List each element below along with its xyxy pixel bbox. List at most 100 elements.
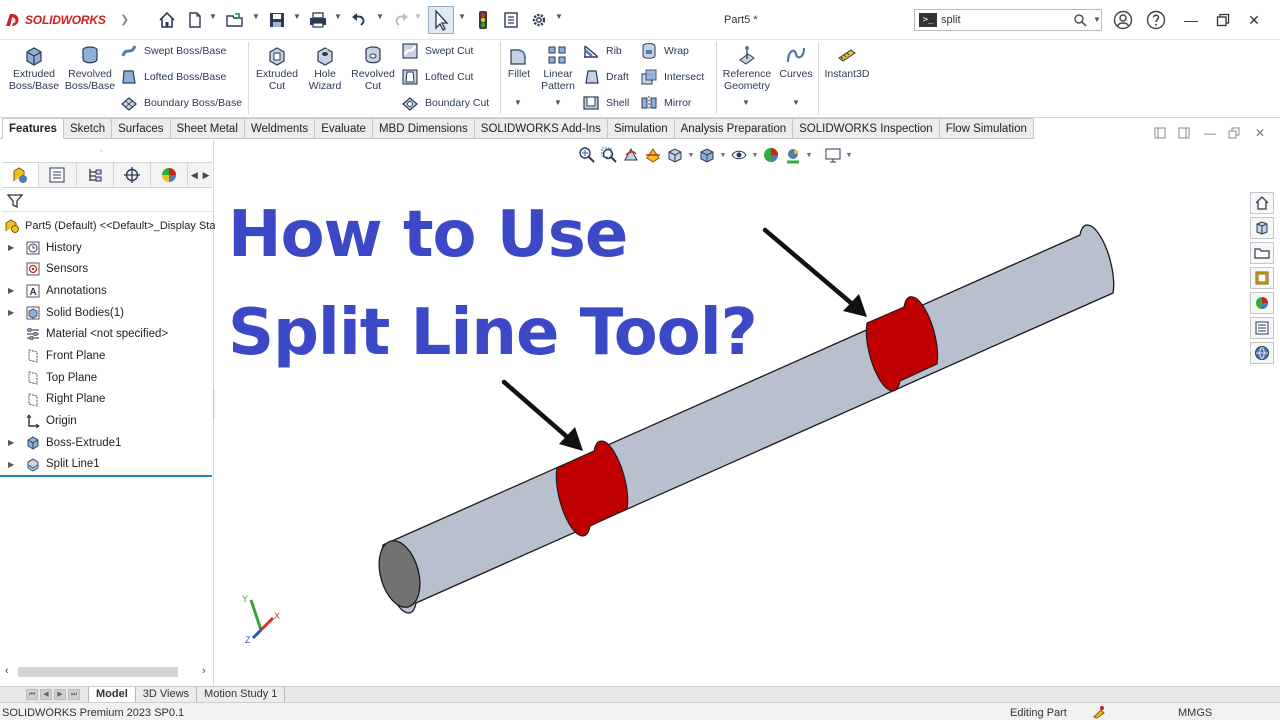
tab-weldments[interactable]: Weldments: [244, 118, 316, 139]
filter-icon[interactable]: [6, 192, 24, 210]
tree-item-boss-extrude[interactable]: ▶ Boss-Extrude1: [0, 432, 214, 454]
apply-scene-icon[interactable]: [783, 145, 803, 165]
redo-icon[interactable]: [390, 9, 412, 31]
next-tab-icon[interactable]: ▶: [54, 689, 66, 700]
chevron-down-icon[interactable]: ▼: [458, 12, 466, 21]
horizontal-scrollbar[interactable]: ‹ ›: [2, 664, 212, 680]
scroll-thumb[interactable]: [18, 667, 178, 677]
zoom-to-fit-icon[interactable]: [577, 145, 597, 165]
tree-item-annotations[interactable]: ▶ A Annotations: [0, 280, 214, 302]
expand-arrow-icon[interactable]: ▶: [8, 286, 14, 295]
boundary-boss-button[interactable]: Boundary Boss/Base: [120, 94, 242, 112]
tab-solidworks-add-ins[interactable]: SOLIDWORKS Add-Ins: [474, 118, 608, 139]
scroll-right-arrow-icon[interactable]: ›: [202, 665, 206, 677]
swept-cut-button[interactable]: Swept Cut: [401, 42, 473, 60]
chevron-down-icon[interactable]: ▼: [845, 152, 853, 159]
tree-item-origin[interactable]: Origin: [0, 410, 214, 432]
unit-system[interactable]: MMGS: [1178, 707, 1212, 719]
view-orientation-icon[interactable]: [665, 145, 685, 165]
tree-item-top-plane[interactable]: Top Plane: [0, 367, 214, 389]
chevron-down-icon[interactable]: ▼: [209, 12, 217, 21]
fillet-button[interactable]: Fillet: [505, 44, 533, 80]
user-account-icon[interactable]: [1113, 10, 1133, 30]
chevron-down-icon[interactable]: ▼: [252, 12, 260, 21]
tab-flow-simulation[interactable]: Flow Simulation: [939, 118, 1034, 139]
chevron-right-icon[interactable]: ▶: [200, 163, 212, 187]
shell-button[interactable]: Shell: [582, 94, 629, 112]
instant3d-button[interactable]: Instant3D: [822, 44, 872, 80]
restore-button[interactable]: [1210, 8, 1236, 32]
rebuild-traffic-light-icon[interactable]: [472, 9, 494, 31]
previous-tab-icon[interactable]: ◀: [40, 689, 52, 700]
first-tab-icon[interactable]: ⏮: [26, 689, 38, 700]
last-tab-icon[interactable]: ⏭: [68, 689, 80, 700]
display-style-icon[interactable]: [697, 145, 717, 165]
new-document-icon[interactable]: [184, 9, 206, 31]
tab-surfaces[interactable]: Surfaces: [112, 118, 171, 139]
tree-item-solid-bodies[interactable]: ▶ Solid Bodies(1): [0, 302, 214, 324]
tab-solidworks-inspection[interactable]: SOLIDWORKS Inspection: [793, 118, 940, 139]
expand-arrow-icon[interactable]: ▶: [8, 460, 14, 469]
edit-appearance-icon[interactable]: [761, 145, 781, 165]
viewport-right-icon[interactable]: [1176, 126, 1192, 140]
draft-button[interactable]: Draft: [582, 68, 629, 86]
mirror-button[interactable]: Mirror: [640, 94, 691, 112]
tab-model[interactable]: Model: [88, 687, 136, 702]
rebuild-status-icon[interactable]: [1092, 705, 1106, 719]
lofted-boss-button[interactable]: Lofted Boss/Base: [120, 68, 226, 86]
search-box[interactable]: >_ ▼: [914, 9, 1102, 31]
extruded-cut-button[interactable]: Extruded Cut: [253, 44, 301, 92]
gear-icon[interactable]: [528, 9, 550, 31]
section-view-icon[interactable]: [643, 145, 663, 165]
linear-pattern-button[interactable]: Linear Pattern: [538, 44, 578, 92]
previous-view-icon[interactable]: [621, 145, 641, 165]
tree-item-front-plane[interactable]: Front Plane: [0, 345, 214, 367]
viewport-minimize-button[interactable]: —: [1202, 126, 1218, 140]
intersect-button[interactable]: Intersect: [640, 68, 704, 86]
minimize-button[interactable]: —: [1178, 8, 1204, 32]
revolved-cut-button[interactable]: Revolved Cut: [349, 44, 397, 92]
viewport-restore-button[interactable]: [1226, 126, 1242, 140]
open-folder-icon[interactable]: [224, 9, 246, 31]
chevron-down-icon[interactable]: ▼: [376, 12, 384, 21]
extruded-boss-button[interactable]: Extruded Boss/Base: [8, 44, 60, 92]
chevron-right-icon[interactable]: ❯: [120, 13, 129, 26]
tab-property-manager[interactable]: [39, 163, 77, 187]
tab-simulation[interactable]: Simulation: [607, 118, 675, 139]
graphics-area[interactable]: Y X Z ▼ ▼ ▼ ▼ ▼ How to Use Split Line To…: [215, 140, 1280, 686]
tab-configuration-manager[interactable]: [77, 163, 114, 187]
wrap-button[interactable]: Wrap: [640, 42, 689, 60]
tree-item-history[interactable]: ▶ History: [0, 237, 214, 259]
curves-button[interactable]: Curves: [778, 44, 814, 80]
tab-3d-views[interactable]: 3D Views: [135, 687, 198, 702]
tab-sheet-metal[interactable]: Sheet Metal: [170, 118, 245, 139]
tab-features[interactable]: Features: [2, 118, 64, 139]
view-palette-icon[interactable]: [1250, 267, 1274, 289]
tab-analysis-preparation[interactable]: Analysis Preparation: [674, 118, 794, 139]
chevron-down-icon[interactable]: ▼: [805, 152, 813, 159]
revolved-boss-button[interactable]: Revolved Boss/Base: [64, 44, 116, 92]
tree-root-part[interactable]: Part5 (Default) <<Default>_Display Sta: [0, 215, 215, 237]
search-input[interactable]: [941, 14, 1061, 26]
tree-item-material[interactable]: Material <not specified>: [0, 323, 214, 345]
expand-arrow-icon[interactable]: ▶: [8, 243, 14, 252]
tab-dimxpert-manager[interactable]: [114, 163, 152, 187]
reference-geometry-button[interactable]: Reference Geometry: [720, 44, 774, 92]
tree-item-sensors[interactable]: Sensors: [0, 258, 214, 280]
swept-boss-button[interactable]: Swept Boss/Base: [120, 42, 226, 60]
rib-button[interactable]: Rib: [582, 42, 622, 60]
chevron-down-icon[interactable]: ▼: [1093, 15, 1101, 24]
select-button[interactable]: [428, 6, 454, 34]
tab-evaluate[interactable]: Evaluate: [315, 118, 373, 139]
solidworks-resources-icon[interactable]: [1250, 192, 1274, 214]
tab-sketch[interactable]: Sketch: [63, 118, 113, 139]
panel-grip-icon[interactable]: ◦: [100, 146, 103, 155]
chevron-down-icon[interactable]: ▼: [555, 12, 563, 21]
chevron-down-icon[interactable]: ▼: [514, 98, 522, 107]
file-properties-icon[interactable]: [500, 9, 522, 31]
chevron-down-icon[interactable]: ▼: [742, 98, 750, 107]
scroll-left-arrow-icon[interactable]: ‹: [5, 665, 9, 677]
home-icon[interactable]: [156, 9, 178, 31]
chevron-down-icon[interactable]: ▼: [687, 152, 695, 159]
chevron-left-icon[interactable]: ◀: [188, 163, 200, 187]
